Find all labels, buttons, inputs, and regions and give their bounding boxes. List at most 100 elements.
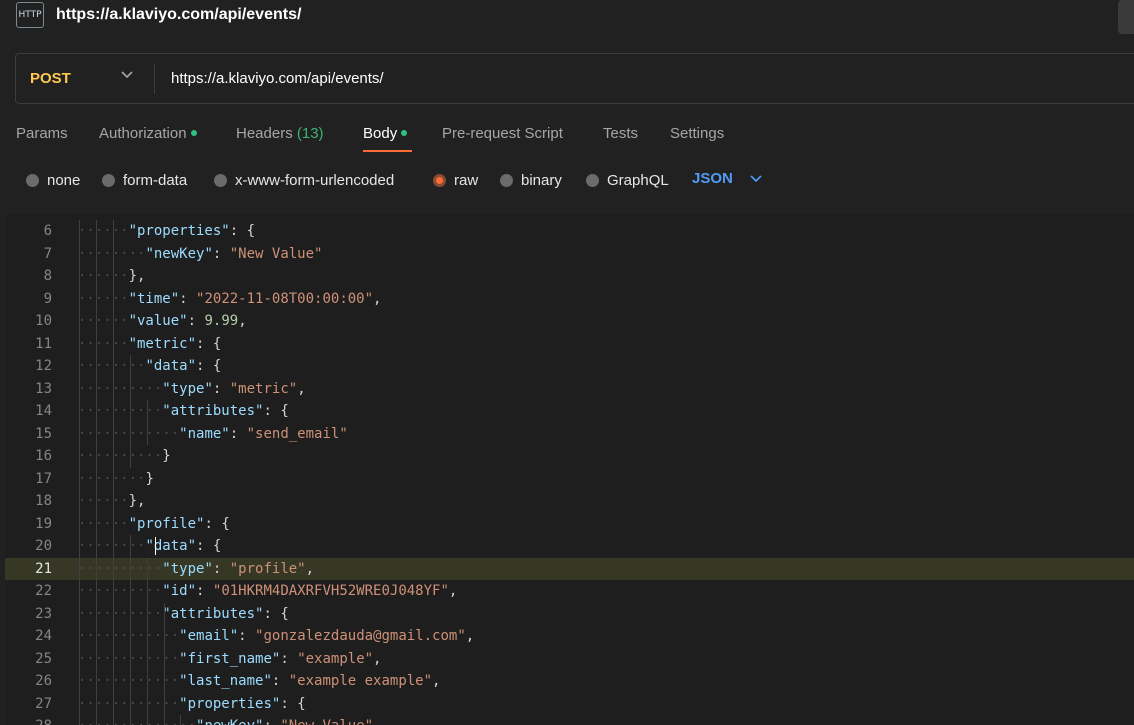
whitespace-marker: ······: [78, 515, 129, 532]
line-number: 18: [35, 493, 52, 509]
line-number: 14: [35, 403, 52, 419]
tab-tests[interactable]: Tests: [603, 125, 638, 142]
tab-pre-request-script[interactable]: Pre-request Script: [442, 125, 563, 142]
code-token: :: [280, 695, 289, 712]
url-divider: [154, 64, 155, 94]
text-cursor: [155, 537, 156, 555]
code-line[interactable]: 22 ··········"id": "01HKRM4DAXRFVH52WRE0J…: [5, 580, 1134, 603]
code-line[interactable]: 15 ············"name": "send_email": [5, 423, 1134, 446]
code-token: ,: [373, 290, 382, 307]
tab-count-badge: (13): [296, 125, 324, 142]
code-line[interactable]: 19 ······"profile": {: [5, 513, 1134, 536]
code-token: :: [263, 605, 272, 622]
radio-none[interactable]: none: [26, 171, 80, 189]
top-right-button[interactable]: [1118, 0, 1134, 34]
code-line[interactable]: 20 ········"data": {: [5, 535, 1134, 558]
tab-settings[interactable]: Settings: [670, 125, 724, 142]
code-line[interactable]: 21 ··········"type": "profile",: [5, 557, 1134, 580]
code-token: "attributes": [162, 605, 264, 622]
code-text: ······"properties": {: [78, 220, 255, 243]
indent-guide: [129, 355, 131, 468]
code-line[interactable]: 11 ······"metric": {: [5, 333, 1134, 356]
code-line[interactable]: 6 ······"properties": {: [5, 220, 1134, 243]
code-token: :: [263, 718, 271, 725]
request-title[interactable]: https://a.klaviyo.com/api/events/: [56, 6, 301, 24]
code-line[interactable]: 8 ······},: [5, 265, 1134, 288]
radio-binary[interactable]: binary: [500, 171, 562, 189]
code-line[interactable]: 14 ··········"attributes": {: [5, 400, 1134, 423]
radio-label: GraphQL: [607, 171, 669, 189]
method-select[interactable]: POST: [30, 70, 71, 87]
code-line[interactable]: 28 ··············"newKey": "New Value": [5, 715, 1134, 725]
whitespace-marker: ········: [78, 245, 146, 262]
code-line[interactable]: 24 ············"email": "gonzalezdauda@gm…: [5, 625, 1134, 648]
format-select[interactable]: JSON: [692, 170, 733, 187]
indent-guide: [146, 400, 148, 445]
chevron-down-icon[interactable]: [120, 68, 134, 82]
radio-raw[interactable]: raw: [433, 171, 478, 189]
code-token: "data": [145, 358, 197, 374]
radio-form-data[interactable]: form-data: [102, 171, 187, 189]
code-line[interactable]: 23 ··········"attributes": {: [5, 603, 1134, 626]
whitespace-marker: ········: [78, 470, 146, 487]
whitespace-marker: ········: [78, 358, 146, 374]
code-line[interactable]: 25 ············"first_name": "example",: [5, 648, 1134, 671]
code-token: :: [263, 403, 272, 419]
url-input[interactable]: https://a.klaviyo.com/api/events/: [171, 70, 384, 87]
code-token: "time": [128, 290, 180, 307]
code-line[interactable]: 18 ······},: [5, 490, 1134, 513]
code-text: ········"data": {: [78, 355, 221, 378]
code-line[interactable]: 7 ········"newKey": "New Value": [5, 243, 1134, 266]
line-number: 11: [35, 335, 52, 352]
code-text: ··········"id": "01HKRM4DAXRFVH52WRE0J04…: [78, 580, 457, 603]
whitespace-marker: ······: [78, 313, 129, 329]
chevron-down-icon[interactable]: [749, 172, 763, 186]
whitespace-marker: ··········: [78, 380, 163, 397]
code-line[interactable]: 26 ············"last_name": "example exam…: [5, 670, 1134, 693]
tab-label: Tests: [603, 125, 639, 142]
code-line[interactable]: 27 ············"properties": {: [5, 693, 1134, 716]
code-token: ,: [465, 628, 475, 644]
code-token: "gonzalezdauda@gmail.com": [255, 628, 466, 644]
radio-circle-icon: [500, 173, 513, 187]
line-number: 15: [35, 425, 52, 442]
code-editor[interactable]: 6 ······"properties": {7 ········"newKey":…: [5, 214, 1134, 725]
code-line[interactable]: 10 ······"value": 9.99,: [5, 310, 1134, 333]
whitespace-marker: ············: [78, 425, 180, 442]
line-number: 10: [35, 313, 52, 329]
code-token: ,: [373, 650, 382, 667]
tab-body[interactable]: Body: [363, 125, 408, 142]
code-line[interactable]: 16 ··········}: [5, 445, 1134, 468]
code-token: :: [187, 313, 197, 329]
line-number: 19: [35, 515, 52, 532]
whitespace-marker: ······: [78, 223, 129, 239]
radio-graphql[interactable]: GraphQL: [586, 171, 669, 189]
code-line[interactable]: 17 ········}: [5, 468, 1134, 491]
code-line[interactable]: 9 ······"time": "2022-11-08T00:00:00",: [5, 288, 1134, 311]
code-line[interactable]: 13 ··········"type": "metric",: [5, 378, 1134, 401]
code-token: "name": [179, 425, 230, 442]
tab-label: Headers: [236, 125, 293, 142]
radio-x-www-form-urlencoded[interactable]: x-www-form-urlencoded: [214, 171, 394, 189]
tab-params[interactable]: Params: [16, 125, 68, 142]
radio-circle-icon: [214, 173, 227, 187]
code-token: "send_email": [246, 425, 348, 442]
code-token: :: [238, 628, 247, 644]
code-line[interactable]: 12 ········"data": {: [5, 355, 1134, 378]
code-text: ············"name": "send_email": [78, 423, 348, 446]
code-token: "email": [179, 628, 239, 644]
code-token: ,: [297, 380, 306, 397]
radio-label: none: [47, 171, 81, 189]
tab-authorization[interactable]: Authorization: [99, 125, 197, 142]
tab-headers[interactable]: Headers (13): [236, 125, 324, 142]
code-text: ············"email": "gonzalezdauda@gmai…: [78, 625, 474, 648]
indent-guide: [180, 715, 182, 725]
